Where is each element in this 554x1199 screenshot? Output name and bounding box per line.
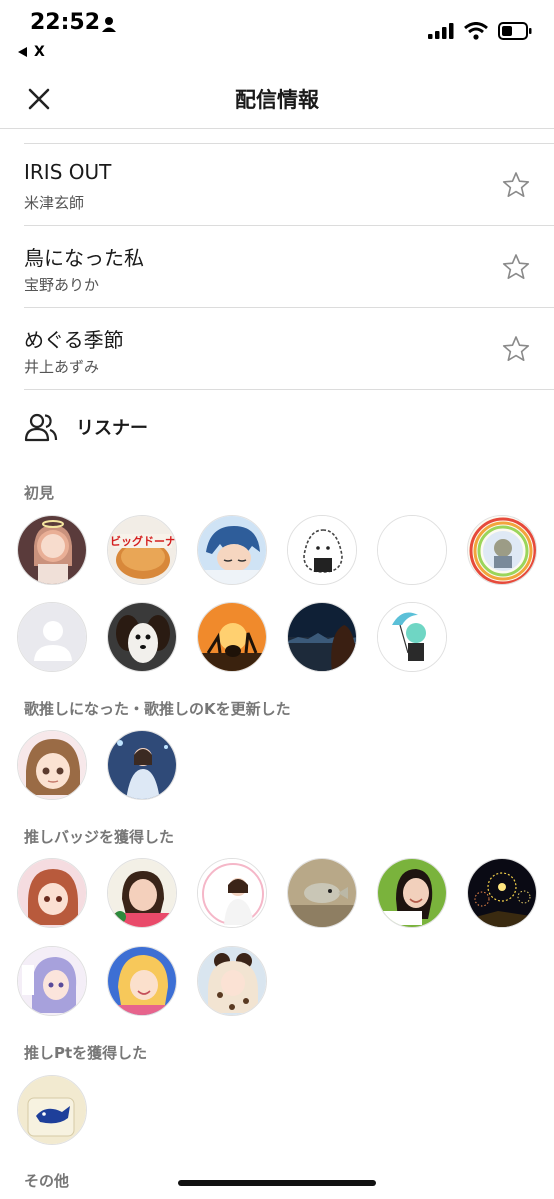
song-item[interactable]: IRIS OUT 米津玄師: [24, 144, 554, 226]
section-song-oshi: 歌推しになった・歌推しのKを更新した: [24, 700, 291, 718]
status-indicators: [428, 22, 532, 40]
page-title: 配信情報: [235, 88, 319, 112]
listener-avatar[interactable]: [17, 730, 87, 800]
song-artist: 米津玄師: [24, 194, 85, 212]
listeners-title: リスナー: [76, 418, 148, 439]
song-list: IRIS OUT 米津玄師 鳥になった私 宝野ありか めぐる季節 井上あずみ: [0, 143, 554, 390]
listener-avatar[interactable]: [467, 858, 537, 928]
back-triangle-icon: [18, 47, 27, 57]
listener-avatar[interactable]: [197, 515, 267, 585]
listener-avatar[interactable]: [287, 515, 357, 585]
star-icon[interactable]: [502, 253, 530, 281]
song-item[interactable]: めぐる季節 井上あずみ: [24, 308, 554, 390]
song-title: 鳥になった私: [24, 246, 144, 270]
section-pt: 推しPtを獲得した: [24, 1044, 148, 1062]
listener-avatar[interactable]: [17, 515, 87, 585]
section-other: その他: [24, 1172, 70, 1190]
person-icon: [102, 17, 116, 32]
listener-avatar[interactable]: [197, 946, 267, 1016]
listener-avatar[interactable]: [107, 602, 177, 672]
nav-bar: 配信情報: [0, 72, 554, 128]
signal-icon: [428, 23, 454, 39]
song-title: IRIS OUT: [24, 160, 112, 184]
listener-avatar[interactable]: [377, 515, 447, 585]
star-icon[interactable]: [502, 335, 530, 363]
listener-avatar[interactable]: [107, 946, 177, 1016]
song-item[interactable]: 鳥になった私 宝野ありか: [24, 226, 554, 308]
listener-avatar[interactable]: [197, 858, 267, 928]
status-bar: 22:52 X: [0, 0, 554, 72]
listener-avatar[interactable]: [287, 602, 357, 672]
listener-avatar[interactable]: [467, 515, 537, 585]
section-badge: 推しバッジを獲得した: [24, 828, 175, 846]
listener-avatar[interactable]: [17, 1075, 87, 1145]
listener-avatar[interactable]: [107, 730, 177, 800]
listener-avatar[interactable]: [197, 602, 267, 672]
home-indicator[interactable]: [178, 1180, 376, 1186]
back-to-app-button[interactable]: X: [18, 44, 45, 60]
song-title: めぐる季節: [24, 328, 124, 352]
song-artist: 井上あずみ: [24, 358, 100, 376]
listener-avatar[interactable]: [287, 858, 357, 928]
wifi-icon: [464, 22, 488, 40]
listener-avatar[interactable]: ビッグドーナ: [107, 515, 177, 585]
listener-avatar[interactable]: [107, 858, 177, 928]
section-first-visit: 初見: [24, 484, 55, 502]
battery-icon: [498, 22, 532, 40]
listener-avatar[interactable]: [377, 858, 447, 928]
listener-avatar[interactable]: [17, 858, 87, 928]
bread-label: ビッグドーナ: [110, 534, 176, 548]
listener-avatar[interactable]: [377, 602, 447, 672]
listener-avatar[interactable]: [17, 602, 87, 672]
back-app-label: X: [34, 44, 45, 60]
star-icon[interactable]: [502, 171, 530, 199]
song-artist: 宝野ありか: [24, 276, 100, 294]
nav-divider: [0, 128, 554, 129]
status-time: 22:52: [30, 10, 101, 35]
listeners-header: リスナー: [24, 412, 148, 442]
listener-avatar[interactable]: [17, 946, 87, 1016]
users-icon: [24, 413, 58, 442]
